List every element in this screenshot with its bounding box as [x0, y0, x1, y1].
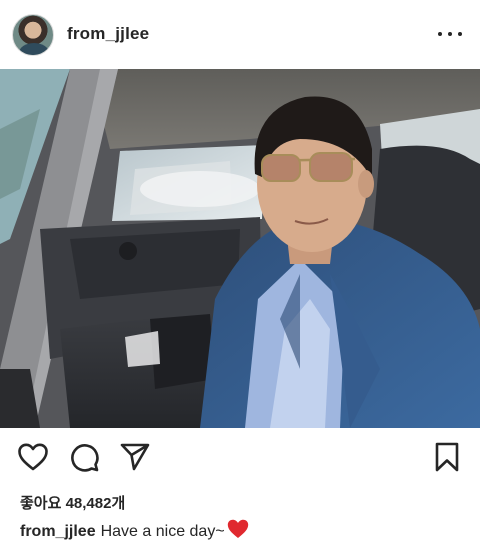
comment-button[interactable] [67, 440, 101, 474]
like-button[interactable] [16, 440, 50, 474]
comment-bubble-icon [71, 444, 99, 472]
post-image [0, 69, 480, 428]
likes-label: 좋아요 [20, 495, 62, 512]
post-photo[interactable] [0, 69, 480, 428]
heart-outline-icon [18, 443, 48, 471]
like-count[interactable]: 좋아요 48,482개 [20, 492, 125, 513]
more-options-icon[interactable] [438, 24, 462, 44]
caption-text: Have a nice day~ [100, 523, 225, 540]
share-button[interactable] [118, 440, 152, 474]
save-button[interactable] [430, 440, 464, 474]
likes-number: 48,482 [65, 495, 112, 512]
paper-plane-icon [120, 443, 150, 471]
red-heart-emoji-icon [227, 519, 249, 544]
avatar[interactable] [12, 14, 54, 56]
bookmark-icon [435, 442, 459, 472]
post-actions [0, 440, 480, 480]
post-username[interactable]: from_jjlee [67, 24, 149, 44]
likes-unit: 개 [111, 495, 126, 512]
caption-username[interactable]: from_jjlee [20, 523, 96, 540]
post-caption: from_jjlee Have a nice day~ [20, 519, 249, 544]
post-header: from_jjlee [0, 0, 480, 70]
